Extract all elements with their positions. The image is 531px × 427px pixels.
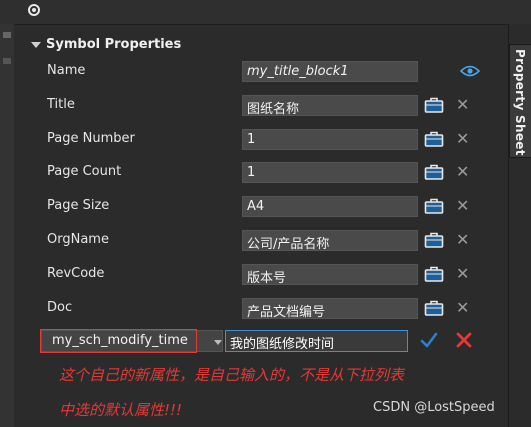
property-value-field[interactable]: 1	[242, 128, 418, 150]
annotation-line-2: 中选的默认属性!!!	[59, 401, 183, 419]
property-row: RevCode 版本号 ✕	[14, 262, 508, 288]
property-row: Title 图纸名称 ✕	[14, 93, 508, 119]
property-label: Doc	[47, 299, 73, 315]
property-value-field[interactable]: 产品文档编号	[242, 297, 418, 319]
property-row: Doc 产品文档编号 ✕	[14, 296, 508, 322]
watermark: CSDN @LostSpeed	[373, 400, 495, 415]
gutter-marker-icon	[3, 58, 11, 64]
property-value-field[interactable]: 版本号	[242, 263, 418, 285]
property-label: OrgName	[47, 232, 109, 247]
property-label: Page Count	[47, 164, 122, 180]
eye-icon[interactable]	[460, 64, 480, 78]
property-value-input[interactable]: 我的图纸修改时间	[225, 330, 408, 352]
section-title: Symbol Properties	[46, 37, 182, 52]
annotation-line-1: 这个自己的新属性，是自己输入的，不是从下拉列表	[59, 366, 405, 384]
briefcase-icon[interactable]	[424, 163, 444, 181]
remove-property-icon[interactable]: ✕	[456, 264, 469, 283]
property-row: Page Number 1 ✕	[14, 127, 508, 153]
property-value-field[interactable]: 公司/产品名称	[242, 230, 418, 251]
remove-property-icon[interactable]: ✕	[456, 231, 469, 249]
briefcase-icon[interactable]	[424, 265, 444, 282]
new-property-row: my_sch_modify_time 我的图纸修改时间	[14, 327, 508, 355]
section-header[interactable]: Symbol Properties	[31, 37, 181, 52]
remove-property-icon[interactable]: ✕	[456, 129, 469, 148]
tab-property-sheet-label: Property Sheet	[513, 49, 527, 156]
remove-property-icon[interactable]: ✕	[456, 95, 469, 114]
cancel-x-icon[interactable]	[455, 331, 473, 349]
property-row: OrgName 公司/产品名称 ✕	[14, 228, 508, 254]
property-value-field[interactable]: A4	[242, 196, 418, 218]
property-value-field[interactable]: 图纸名称	[242, 94, 418, 116]
property-row: Page Size A4 ✕	[14, 194, 508, 220]
briefcase-icon[interactable]	[424, 299, 444, 316]
briefcase-icon[interactable]	[424, 231, 444, 248]
property-label: Page Number	[47, 130, 135, 146]
remove-property-icon[interactable]: ✕	[456, 197, 469, 215]
dropdown-arrow-icon[interactable]	[214, 340, 222, 345]
property-row: Page Count 1 ✕	[14, 160, 508, 186]
briefcase-icon[interactable]	[424, 96, 444, 113]
property-label: RevCode	[47, 265, 105, 281]
property-name-dropdown[interactable]: my_sch_modify_time	[41, 330, 223, 352]
remove-property-icon[interactable]: ✕	[456, 163, 469, 181]
gutter-marker-icon	[3, 32, 11, 38]
property-label: Name	[47, 63, 86, 78]
property-name-value: my_sch_modify_time	[52, 333, 188, 348]
collapse-triangle-icon[interactable]	[31, 41, 41, 48]
briefcase-icon[interactable]	[424, 197, 444, 214]
panel-toolbar	[0, 0, 531, 25]
property-label: Title	[47, 96, 75, 112]
left-gutter	[0, 24, 15, 427]
settings-icon[interactable]	[28, 4, 40, 16]
property-label: Page Size	[47, 198, 110, 214]
tab-property-sheet[interactable]: Property Sheet	[509, 44, 531, 158]
property-value-field[interactable]: my_title_block1	[242, 61, 418, 82]
confirm-check-icon[interactable]	[419, 330, 439, 350]
briefcase-icon[interactable]	[424, 130, 444, 147]
property-row: Name my_title_block1	[14, 59, 508, 85]
property-value-field[interactable]: 1	[242, 162, 418, 184]
remove-property-icon[interactable]: ✕	[456, 298, 469, 317]
